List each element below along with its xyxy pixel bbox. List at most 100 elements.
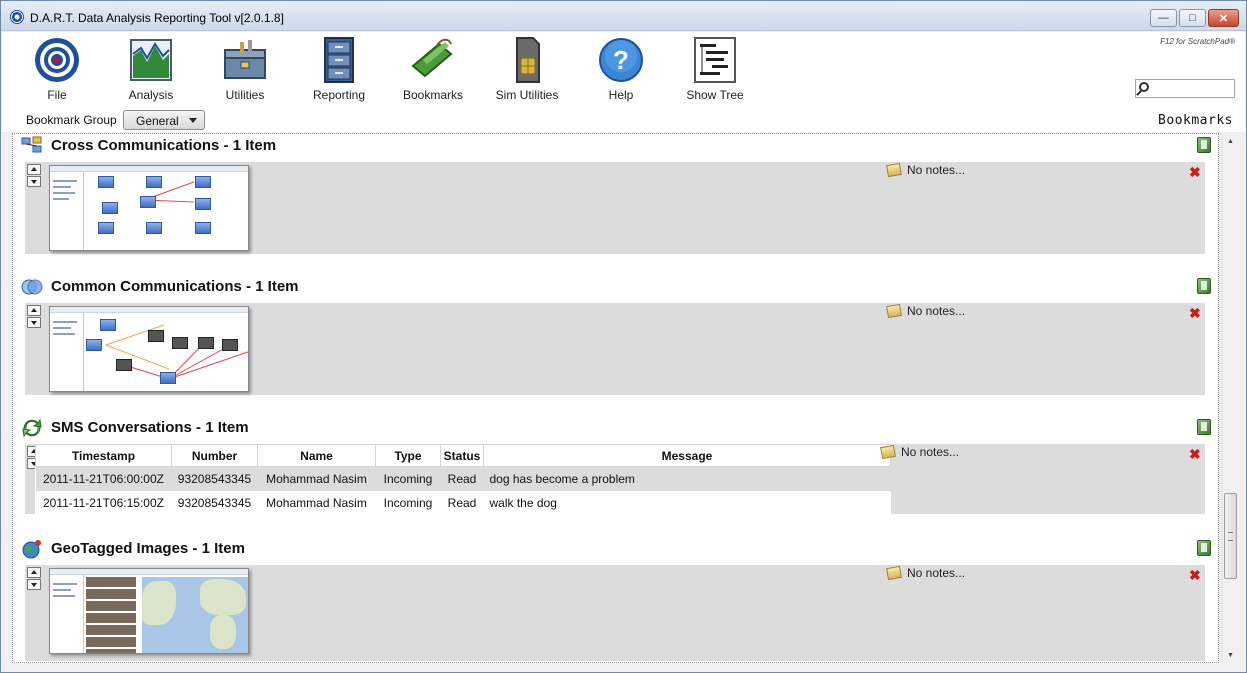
column-header-message[interactable]: Message: [483, 444, 891, 467]
section-body: No notes... ✖: [25, 162, 1205, 254]
toolbar-help-button[interactable]: ? Help: [579, 36, 663, 102]
table-row[interactable]: 2011-11-21T06:00:00Z 93208543345 Mohamma…: [35, 466, 891, 491]
bookmark-section-common-communications: Common Communications - 1 Item No notes.…: [13, 275, 1218, 405]
main-toolbar: File Analysis Utilities Reporting Bookma…: [2, 32, 1245, 132]
maximize-button[interactable]: □: [1179, 9, 1206, 27]
section-body: Timestamp Number Name Type Status Messag…: [25, 444, 1205, 515]
section-title: SMS Conversations - 1 Item: [51, 419, 249, 436]
bookmark-section-cross-communications: Cross Communications - 1 Item No notes..…: [13, 134, 1218, 264]
sms-table: Timestamp Number Name Type Status Messag…: [35, 444, 891, 515]
cell-timestamp: 2011-11-21T06:00:00Z: [35, 466, 172, 491]
column-header-type[interactable]: Type: [375, 444, 441, 467]
cell-name: Mohammad Nasim: [266, 495, 367, 510]
help-icon: ?: [597, 36, 645, 84]
toolbar-analysis-button[interactable]: Analysis: [109, 36, 193, 102]
cell-number: 93208543345: [177, 495, 252, 510]
cross-communications-icon: [21, 136, 42, 153]
note-icon: [886, 565, 902, 581]
cabinet-icon: [315, 36, 363, 84]
file-disc-icon: [33, 36, 81, 84]
column-header-name[interactable]: Name: [257, 444, 376, 467]
notes-field[interactable]: No notes...: [886, 565, 965, 581]
notes-field[interactable]: No notes...: [886, 162, 966, 178]
tree-icon: [691, 36, 739, 84]
cell-timestamp: 2011-11-21T06:15:00Z: [43, 495, 164, 510]
toolbar-reporting-label: Reporting: [312, 88, 366, 102]
notes-field[interactable]: No notes...: [880, 444, 959, 460]
window-controls: — □ ✕: [1150, 9, 1239, 27]
scratchpad-hint: F12 for ScratchPad®: [1160, 37, 1235, 46]
scroll-down-icon[interactable]: ▼: [1222, 647, 1239, 663]
export-icon[interactable]: [1197, 419, 1211, 435]
section-header: Common Communications - 1 Item: [19, 275, 339, 299]
move-down-button[interactable]: [27, 579, 41, 590]
search-input[interactable]: [1154, 81, 1232, 96]
export-icon[interactable]: [1197, 540, 1211, 556]
table-row[interactable]: 2011-11-21T06:15:00Z 93208543345 Mohamma…: [36, 491, 891, 515]
toolbar-show-tree-label: Show Tree: [686, 88, 744, 102]
title-bar: D.A.R.T. Data Analysis Reporting Tool v[…: [1, 1, 1246, 31]
move-down-button[interactable]: [27, 176, 41, 187]
cell-number: 93208543345: [171, 466, 258, 491]
bookmark-thumbnail[interactable]: [49, 306, 249, 392]
move-up-button[interactable]: [27, 305, 41, 316]
column-header-status[interactable]: Status: [440, 444, 484, 467]
sim-card-icon: [503, 36, 551, 84]
move-down-button[interactable]: [27, 317, 41, 328]
section-title: GeoTagged Images - 1 Item: [51, 540, 245, 557]
toolbar-reporting-button[interactable]: Reporting: [297, 36, 381, 102]
delete-bookmark-icon[interactable]: ✖: [1189, 164, 1201, 181]
toolbar-sim-utilities-button[interactable]: Sim Utilities: [485, 36, 569, 102]
column-header-number[interactable]: Number: [171, 444, 258, 467]
common-communications-icon: [21, 279, 43, 295]
toolbar-bookmarks-button[interactable]: Bookmarks: [391, 36, 475, 102]
scrollbar-thumb[interactable]: [1224, 493, 1237, 579]
bookmark-icon: [409, 36, 457, 84]
move-up-button[interactable]: [27, 164, 41, 175]
cell-message: dog has become a problem: [483, 466, 891, 491]
toolbar-file-button[interactable]: File: [15, 36, 99, 102]
cell-message: walk the dog: [489, 495, 557, 510]
bookmark-thumbnail[interactable]: [49, 568, 249, 654]
reorder-arrows: [27, 567, 41, 591]
search-icon: [1139, 82, 1149, 92]
export-icon[interactable]: [1197, 137, 1211, 153]
move-up-button[interactable]: [27, 567, 41, 578]
close-button[interactable]: ✕: [1208, 9, 1239, 27]
chevron-down-icon: [189, 118, 197, 123]
vertical-scrollbar[interactable]: ▲ ▼: [1221, 133, 1238, 663]
delete-bookmark-icon[interactable]: ✖: [1189, 305, 1201, 322]
export-icon[interactable]: [1197, 278, 1211, 294]
bookmark-thumbnail[interactable]: [49, 165, 249, 251]
section-header: Cross Communications - 1 Item: [19, 134, 339, 158]
delete-bookmark-icon[interactable]: ✖: [1189, 567, 1201, 584]
app-window: D.A.R.T. Data Analysis Reporting Tool v[…: [0, 0, 1247, 673]
notes-field[interactable]: No notes...: [886, 303, 966, 319]
column-header-timestamp[interactable]: Timestamp: [35, 444, 172, 467]
svg-text:?: ?: [613, 45, 629, 75]
notes-text: No notes...: [907, 304, 966, 318]
chart-icon: [127, 36, 175, 84]
note-icon: [880, 444, 896, 460]
app-logo-icon: [10, 10, 24, 24]
delete-bookmark-icon[interactable]: ✖: [1189, 446, 1201, 463]
toolbar-utilities-button[interactable]: Utilities: [203, 36, 287, 102]
bookmark-section-sms-conversations: SMS Conversations - 1 Item Timestamp Num…: [13, 416, 1218, 526]
table-header-row: Timestamp Number Name Type Status Messag…: [35, 444, 891, 467]
scroll-up-icon[interactable]: ▲: [1222, 133, 1239, 149]
cell-type: Incoming: [375, 466, 441, 491]
bookmark-group-select[interactable]: General: [123, 110, 205, 130]
search-box: [1135, 79, 1235, 98]
sms-conversations-icon: [22, 418, 42, 438]
thumbnail-graph: [50, 307, 248, 391]
bookmark-group-value: General: [136, 114, 179, 128]
section-body: No notes... ✖: [25, 565, 1205, 661]
toolbar-sim-utilities-label: Sim Utilities: [495, 88, 559, 102]
thumbnail-graph: [50, 166, 248, 250]
minimize-button[interactable]: —: [1150, 9, 1177, 27]
bookmark-group-label: Bookmark Group: [26, 113, 117, 127]
note-icon: [886, 303, 902, 319]
toolbar-show-tree-button[interactable]: Show Tree: [673, 36, 757, 102]
notes-text: No notes...: [907, 163, 966, 177]
toolbar-file-label: File: [47, 88, 67, 102]
